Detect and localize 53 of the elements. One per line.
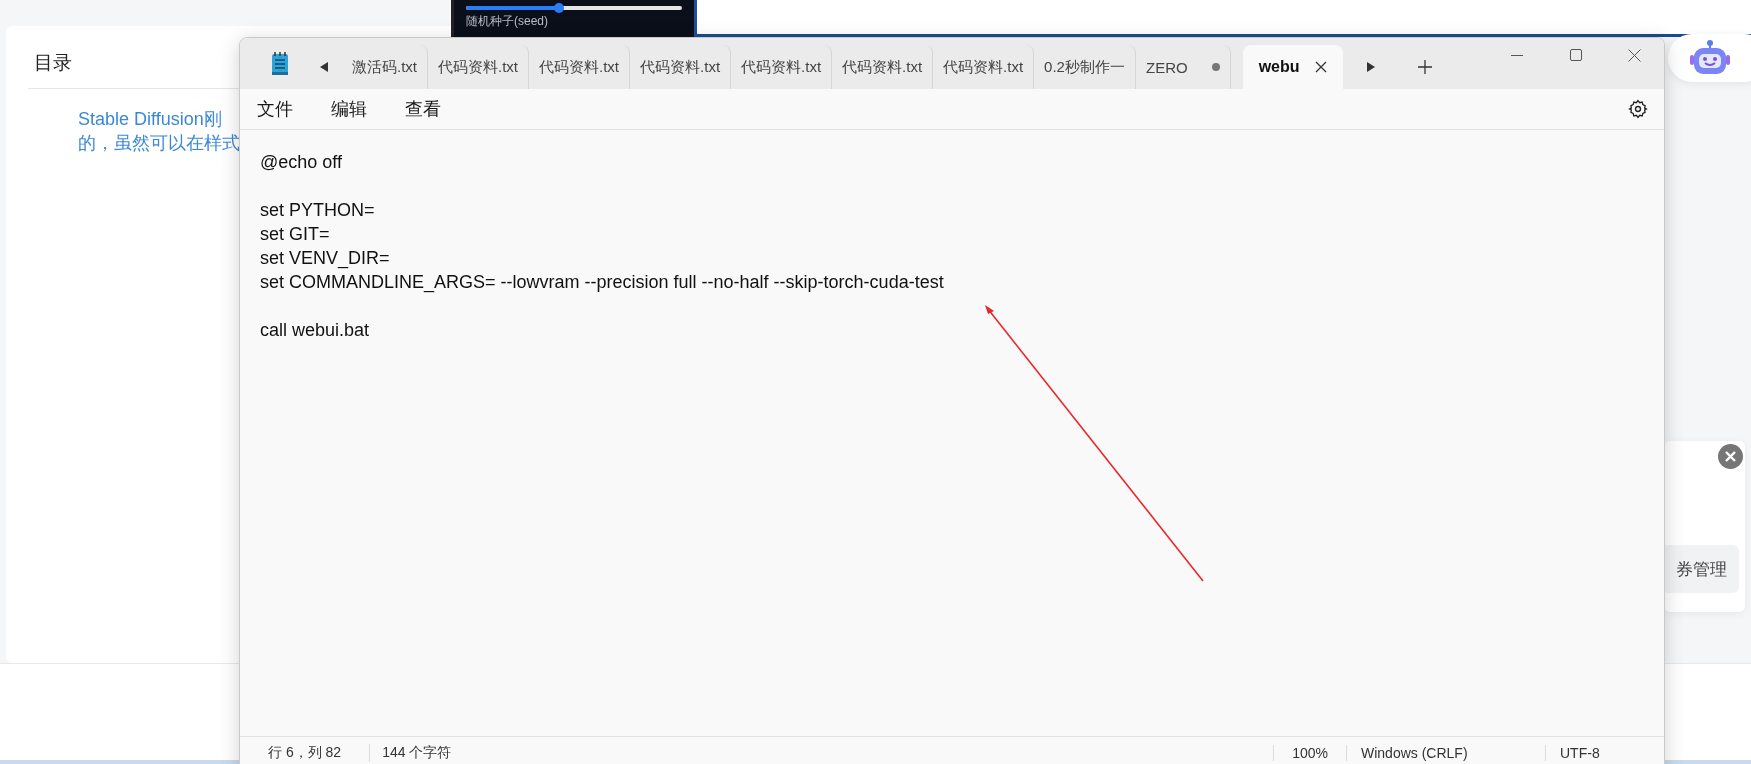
line-ending: Windows (CRLF) [1347, 745, 1546, 761]
code-line: set PYTHON= [260, 199, 376, 222]
robot-button[interactable] [1668, 34, 1751, 82]
file-tab[interactable]: 代码资料.txt [933, 45, 1035, 89]
close-icon[interactable] [1314, 61, 1327, 73]
code-line: @echo off [260, 151, 343, 174]
tab-label: 0.2秒制作一 [1044, 57, 1125, 77]
menu-item[interactable]: 编辑 [331, 97, 367, 121]
code-line: call webui.bat [260, 319, 371, 342]
close-icon [1628, 48, 1641, 62]
settings-icon [1628, 99, 1648, 119]
toc-link[interactable]: Stable Diffusion刚 的，虽然可以在样式 [78, 107, 240, 155]
minimize-icon [1510, 54, 1523, 56]
slider-thumb[interactable] [553, 3, 564, 13]
tab-label: 代码资料.txt [943, 57, 1024, 77]
text-editor[interactable]: @echo off set PYTHON= set GIT= set VENV_DIR= set COMMANDLINE_ARGS= --lowvram --precision full --no-half --skip-torch-cuda-test call webui.bat [240, 130, 1664, 736]
tab-label: 代码资料.txt [741, 57, 822, 77]
unsaved-dot-icon [1211, 63, 1220, 71]
maximize-icon [1569, 49, 1582, 61]
file-tab[interactable]: 代码资料.txt [731, 45, 833, 89]
settings-button[interactable] [1628, 99, 1648, 119]
file-tab[interactable]: 代码资料.txt [630, 45, 732, 89]
tab-label: 代码资料.txt [539, 57, 620, 77]
encoding: UTF-8 [1559, 745, 1601, 761]
robot-icon [1690, 40, 1730, 76]
slider-label: 随机种子(seed) [466, 13, 549, 30]
code-line: set COMMANDLINE_ARGS= --lowvram --precision full --no-half --skip-torch-cuda-test [260, 271, 945, 294]
file-tab[interactable]: 代码资料.txt [529, 45, 631, 89]
right-triangle-icon [1366, 62, 1375, 72]
code-line: set VENV_DIR= [260, 247, 391, 270]
notepad-icon [271, 51, 289, 76]
left-triangle-icon [320, 62, 328, 72]
tab-label: webu [1258, 58, 1300, 76]
coupon-button[interactable]: 券管理 [1662, 545, 1739, 593]
file-tab[interactable]: 代码资料.txt [428, 45, 530, 89]
tab-label: 代码资料.txt [842, 57, 923, 77]
code-line: set GIT= [260, 223, 331, 246]
file-tab[interactable]: 0.2秒制作一 [1034, 45, 1136, 89]
file-tab[interactable]: 代码资料.txt [832, 45, 934, 89]
close-icon [1725, 451, 1736, 462]
menu-item[interactable]: 文件 [257, 97, 293, 121]
slider-track[interactable] [466, 6, 682, 10]
file-tab[interactable]: 激活码.txt [342, 45, 428, 89]
zoom-level: 100% [1273, 745, 1347, 761]
file-tab[interactable]: webu [1242, 45, 1343, 89]
file-tab[interactable]: ZERO [1135, 45, 1231, 89]
cursor-position: 行 6，列 82 [240, 744, 371, 762]
tab-label: 代码资料.txt [640, 57, 721, 77]
tab-label: ZERO [1145, 58, 1188, 76]
menu-item[interactable]: 查看 [405, 97, 441, 121]
character-count: 144 个字符 [381, 744, 453, 762]
plus-icon [1417, 60, 1432, 74]
tab-label: 激活码.txt [352, 57, 417, 77]
